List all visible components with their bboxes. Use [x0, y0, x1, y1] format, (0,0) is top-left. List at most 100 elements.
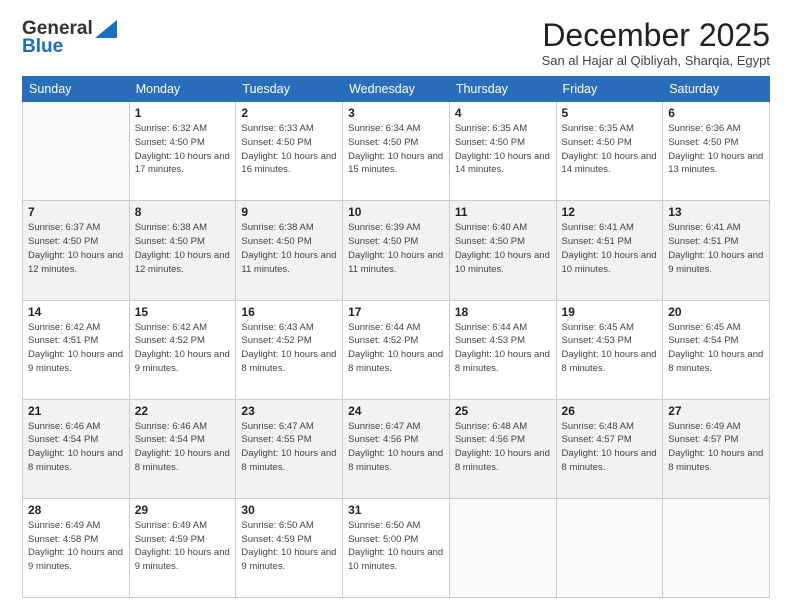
page: General Blue December 2025 San al Hajar …	[0, 0, 792, 612]
table-row: 25 Sunrise: 6:48 AMSunset: 4:56 PMDaylig…	[449, 399, 556, 498]
day-number: 9	[241, 205, 337, 219]
col-thursday: Thursday	[449, 77, 556, 102]
day-number: 18	[455, 305, 551, 319]
cell-info: Sunrise: 6:41 AMSunset: 4:51 PMDaylight:…	[562, 222, 657, 274]
cell-info: Sunrise: 6:39 AMSunset: 4:50 PMDaylight:…	[348, 222, 443, 274]
table-row	[663, 498, 770, 597]
calendar-header-row: Sunday Monday Tuesday Wednesday Thursday…	[23, 77, 770, 102]
day-number: 13	[668, 205, 764, 219]
table-row: 2 Sunrise: 6:33 AMSunset: 4:50 PMDayligh…	[236, 102, 343, 201]
table-row: 13 Sunrise: 6:41 AMSunset: 4:51 PMDaylig…	[663, 201, 770, 300]
cell-info: Sunrise: 6:45 AMSunset: 4:53 PMDaylight:…	[562, 322, 657, 374]
day-number: 4	[455, 106, 551, 120]
day-number: 29	[135, 503, 231, 517]
day-number: 27	[668, 404, 764, 418]
cell-info: Sunrise: 6:48 AMSunset: 4:57 PMDaylight:…	[562, 421, 657, 473]
cell-info: Sunrise: 6:43 AMSunset: 4:52 PMDaylight:…	[241, 322, 336, 374]
day-number: 22	[135, 404, 231, 418]
cell-info: Sunrise: 6:47 AMSunset: 4:56 PMDaylight:…	[348, 421, 443, 473]
cell-info: Sunrise: 6:35 AMSunset: 4:50 PMDaylight:…	[455, 123, 550, 175]
table-row: 20 Sunrise: 6:45 AMSunset: 4:54 PMDaylig…	[663, 300, 770, 399]
col-sunday: Sunday	[23, 77, 130, 102]
cell-info: Sunrise: 6:38 AMSunset: 4:50 PMDaylight:…	[135, 222, 230, 274]
table-row: 6 Sunrise: 6:36 AMSunset: 4:50 PMDayligh…	[663, 102, 770, 201]
cell-info: Sunrise: 6:50 AMSunset: 4:59 PMDaylight:…	[241, 520, 336, 572]
header: General Blue December 2025 San al Hajar …	[22, 18, 770, 68]
table-row: 11 Sunrise: 6:40 AMSunset: 4:50 PMDaylig…	[449, 201, 556, 300]
day-number: 2	[241, 106, 337, 120]
day-number: 12	[562, 205, 658, 219]
cell-info: Sunrise: 6:42 AMSunset: 4:52 PMDaylight:…	[135, 322, 230, 374]
cell-info: Sunrise: 6:46 AMSunset: 4:54 PMDaylight:…	[28, 421, 123, 473]
cell-info: Sunrise: 6:49 AMSunset: 4:59 PMDaylight:…	[135, 520, 230, 572]
table-row: 14 Sunrise: 6:42 AMSunset: 4:51 PMDaylig…	[23, 300, 130, 399]
title-block: December 2025 San al Hajar al Qibliyah, …	[542, 18, 770, 68]
col-friday: Friday	[556, 77, 663, 102]
day-number: 30	[241, 503, 337, 517]
table-row	[556, 498, 663, 597]
cell-info: Sunrise: 6:48 AMSunset: 4:56 PMDaylight:…	[455, 421, 550, 473]
cell-info: Sunrise: 6:34 AMSunset: 4:50 PMDaylight:…	[348, 123, 443, 175]
table-row: 23 Sunrise: 6:47 AMSunset: 4:55 PMDaylig…	[236, 399, 343, 498]
cell-info: Sunrise: 6:42 AMSunset: 4:51 PMDaylight:…	[28, 322, 123, 374]
day-number: 1	[135, 106, 231, 120]
cell-info: Sunrise: 6:49 AMSunset: 4:58 PMDaylight:…	[28, 520, 123, 572]
cell-info: Sunrise: 6:45 AMSunset: 4:54 PMDaylight:…	[668, 322, 763, 374]
day-number: 28	[28, 503, 124, 517]
cell-info: Sunrise: 6:46 AMSunset: 4:54 PMDaylight:…	[135, 421, 230, 473]
table-row: 15 Sunrise: 6:42 AMSunset: 4:52 PMDaylig…	[129, 300, 236, 399]
table-row: 16 Sunrise: 6:43 AMSunset: 4:52 PMDaylig…	[236, 300, 343, 399]
table-row: 8 Sunrise: 6:38 AMSunset: 4:50 PMDayligh…	[129, 201, 236, 300]
table-row: 27 Sunrise: 6:49 AMSunset: 4:57 PMDaylig…	[663, 399, 770, 498]
table-row: 22 Sunrise: 6:46 AMSunset: 4:54 PMDaylig…	[129, 399, 236, 498]
logo: General Blue	[22, 18, 117, 58]
cell-info: Sunrise: 6:40 AMSunset: 4:50 PMDaylight:…	[455, 222, 550, 274]
table-row: 29 Sunrise: 6:49 AMSunset: 4:59 PMDaylig…	[129, 498, 236, 597]
cell-info: Sunrise: 6:36 AMSunset: 4:50 PMDaylight:…	[668, 123, 763, 175]
table-row: 9 Sunrise: 6:38 AMSunset: 4:50 PMDayligh…	[236, 201, 343, 300]
table-row: 28 Sunrise: 6:49 AMSunset: 4:58 PMDaylig…	[23, 498, 130, 597]
table-row: 5 Sunrise: 6:35 AMSunset: 4:50 PMDayligh…	[556, 102, 663, 201]
col-tuesday: Tuesday	[236, 77, 343, 102]
table-row: 4 Sunrise: 6:35 AMSunset: 4:50 PMDayligh…	[449, 102, 556, 201]
table-row: 12 Sunrise: 6:41 AMSunset: 4:51 PMDaylig…	[556, 201, 663, 300]
cell-info: Sunrise: 6:37 AMSunset: 4:50 PMDaylight:…	[28, 222, 123, 274]
calendar-week-row: 1 Sunrise: 6:32 AMSunset: 4:50 PMDayligh…	[23, 102, 770, 201]
table-row: 19 Sunrise: 6:45 AMSunset: 4:53 PMDaylig…	[556, 300, 663, 399]
day-number: 8	[135, 205, 231, 219]
cell-info: Sunrise: 6:32 AMSunset: 4:50 PMDaylight:…	[135, 123, 230, 175]
cell-info: Sunrise: 6:47 AMSunset: 4:55 PMDaylight:…	[241, 421, 336, 473]
calendar-week-row: 14 Sunrise: 6:42 AMSunset: 4:51 PMDaylig…	[23, 300, 770, 399]
day-number: 16	[241, 305, 337, 319]
cell-info: Sunrise: 6:41 AMSunset: 4:51 PMDaylight:…	[668, 222, 763, 274]
table-row: 3 Sunrise: 6:34 AMSunset: 4:50 PMDayligh…	[343, 102, 450, 201]
day-number: 17	[348, 305, 444, 319]
calendar-table: Sunday Monday Tuesday Wednesday Thursday…	[22, 76, 770, 598]
logo-icon	[95, 20, 117, 38]
logo-blue-text: Blue	[22, 36, 63, 58]
table-row: 21 Sunrise: 6:46 AMSunset: 4:54 PMDaylig…	[23, 399, 130, 498]
col-monday: Monday	[129, 77, 236, 102]
table-row: 31 Sunrise: 6:50 AMSunset: 5:00 PMDaylig…	[343, 498, 450, 597]
day-number: 15	[135, 305, 231, 319]
table-row: 26 Sunrise: 6:48 AMSunset: 4:57 PMDaylig…	[556, 399, 663, 498]
day-number: 14	[28, 305, 124, 319]
table-row: 18 Sunrise: 6:44 AMSunset: 4:53 PMDaylig…	[449, 300, 556, 399]
table-row	[23, 102, 130, 201]
table-row: 1 Sunrise: 6:32 AMSunset: 4:50 PMDayligh…	[129, 102, 236, 201]
calendar-week-row: 28 Sunrise: 6:49 AMSunset: 4:58 PMDaylig…	[23, 498, 770, 597]
table-row: 24 Sunrise: 6:47 AMSunset: 4:56 PMDaylig…	[343, 399, 450, 498]
day-number: 10	[348, 205, 444, 219]
calendar-week-row: 7 Sunrise: 6:37 AMSunset: 4:50 PMDayligh…	[23, 201, 770, 300]
col-saturday: Saturday	[663, 77, 770, 102]
day-number: 25	[455, 404, 551, 418]
month-title: December 2025	[542, 18, 770, 53]
cell-info: Sunrise: 6:49 AMSunset: 4:57 PMDaylight:…	[668, 421, 763, 473]
day-number: 26	[562, 404, 658, 418]
cell-info: Sunrise: 6:38 AMSunset: 4:50 PMDaylight:…	[241, 222, 336, 274]
table-row: 10 Sunrise: 6:39 AMSunset: 4:50 PMDaylig…	[343, 201, 450, 300]
day-number: 31	[348, 503, 444, 517]
cell-info: Sunrise: 6:33 AMSunset: 4:50 PMDaylight:…	[241, 123, 336, 175]
day-number: 5	[562, 106, 658, 120]
calendar-week-row: 21 Sunrise: 6:46 AMSunset: 4:54 PMDaylig…	[23, 399, 770, 498]
